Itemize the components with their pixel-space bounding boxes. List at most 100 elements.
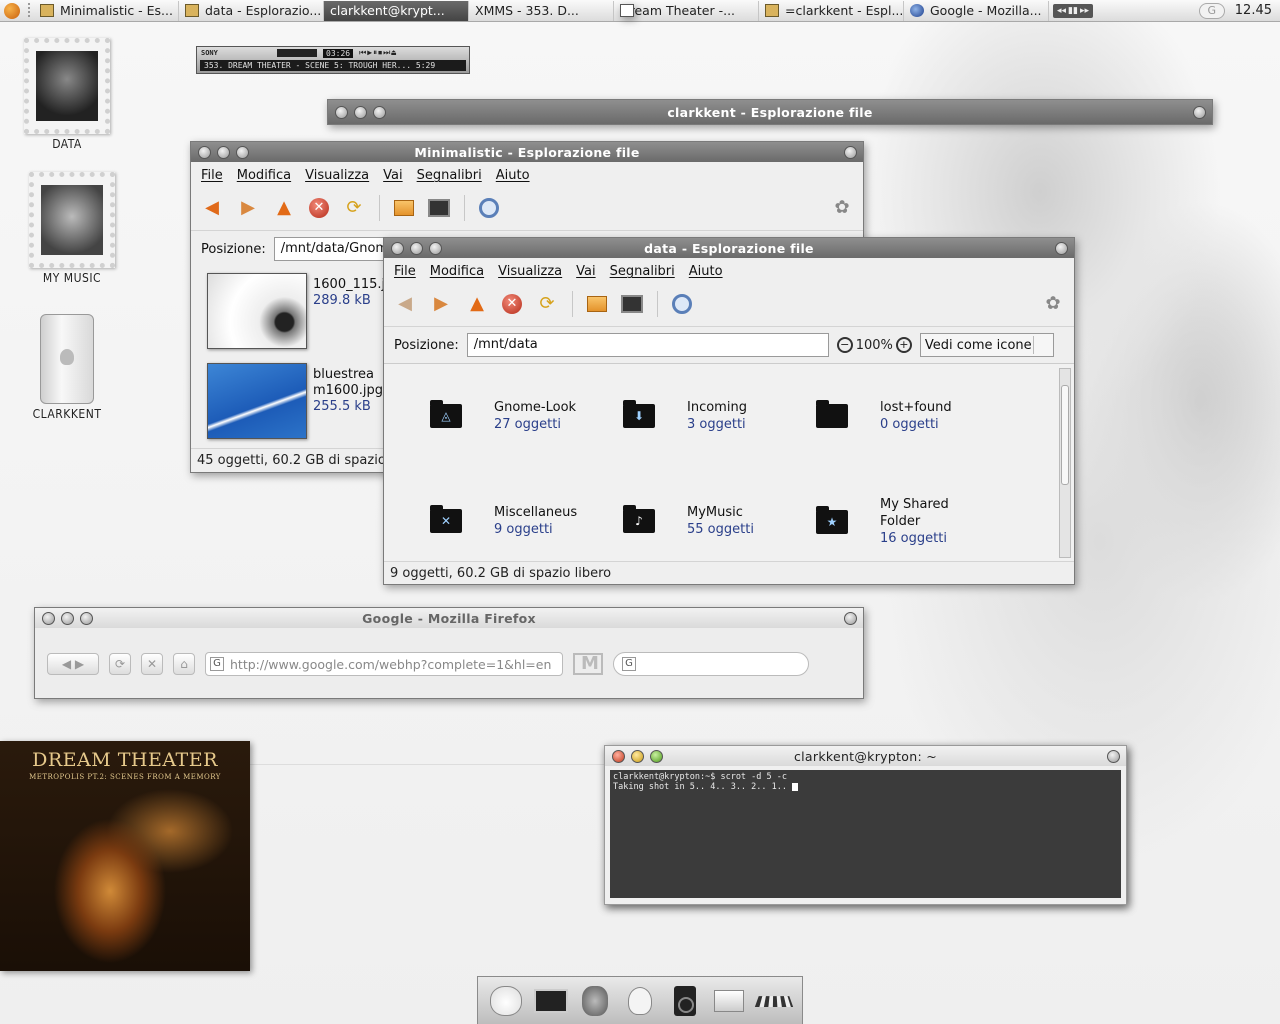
dock-files[interactable] bbox=[712, 984, 746, 1018]
dock-gimp[interactable] bbox=[578, 984, 612, 1018]
task-xmms[interactable]: XMMS - 353. D... bbox=[196, 0, 614, 74]
dock-chess[interactable] bbox=[754, 984, 793, 1018]
search-bar[interactable]: G bbox=[613, 652, 809, 676]
maximize-button[interactable] bbox=[236, 145, 249, 159]
home-folder-icon[interactable] bbox=[394, 199, 414, 216]
terminal-output[interactable]: clarkkent@krypton:~$ scrot -d 5 -c Takin… bbox=[610, 770, 1121, 898]
menu-modifica[interactable]: Modifica bbox=[430, 264, 484, 279]
task-minimalistic[interactable]: Minimalistic - Es... bbox=[34, 0, 179, 21]
location-input[interactable]: /mnt/data bbox=[466, 333, 829, 357]
titlebar[interactable]: clarkkent - Esplorazione file bbox=[328, 100, 1212, 124]
back-arrow-icon[interactable]: ◀ bbox=[394, 293, 416, 315]
computer-icon[interactable] bbox=[428, 198, 450, 217]
stop-icon[interactable]: ✕ bbox=[502, 293, 522, 314]
window-menu-button[interactable] bbox=[1055, 241, 1068, 255]
pause-button[interactable]: ▮▮ bbox=[1068, 6, 1078, 16]
folder-item[interactable]: ★ My Shared Folder 16 oggetti bbox=[816, 496, 1006, 547]
folder-item[interactable]: ⬇ Incoming 3 oggetti bbox=[623, 399, 813, 433]
reload-icon[interactable]: ⟳ bbox=[536, 293, 558, 315]
close-button[interactable] bbox=[42, 611, 55, 625]
minimize-button[interactable] bbox=[217, 145, 230, 159]
menu-file[interactable]: File bbox=[201, 168, 223, 183]
minimize-button[interactable] bbox=[631, 749, 644, 763]
folder-item[interactable]: ◬ Gnome-Look 27 oggetti bbox=[430, 399, 620, 433]
window-menu-button[interactable] bbox=[1107, 749, 1120, 763]
close-button[interactable] bbox=[612, 749, 625, 763]
window-menu-button[interactable] bbox=[844, 611, 857, 625]
folder-item[interactable]: ♪ MyMusic 55 oggetti bbox=[623, 504, 813, 538]
task-clarkkent[interactable]: =clarkkent - Espl... bbox=[759, 0, 904, 21]
dock-audio[interactable] bbox=[668, 984, 702, 1018]
terminal-window[interactable]: clarkkent@krypton: ~ clarkkent@krypton:~… bbox=[604, 745, 1127, 905]
next-track-button[interactable]: ▸▸ bbox=[1080, 6, 1089, 16]
menu-modifica[interactable]: Modifica bbox=[237, 168, 291, 183]
dock-pidgin[interactable] bbox=[623, 984, 657, 1018]
previous-track-button[interactable]: ◂◂ bbox=[1057, 6, 1066, 16]
stop-icon[interactable]: ✕ bbox=[309, 197, 329, 218]
minimize-button[interactable] bbox=[410, 241, 423, 255]
up-arrow-icon[interactable]: ▲ bbox=[273, 197, 295, 219]
dock-desktop[interactable] bbox=[533, 984, 568, 1018]
menu-file[interactable]: File bbox=[394, 264, 416, 279]
firefox-window[interactable]: Google - Mozilla Firefox ◀ ▶ ⟳ ✕ ⌂ G htt… bbox=[34, 607, 864, 699]
window-menu-button[interactable] bbox=[1193, 105, 1206, 119]
panel-handle[interactable] bbox=[28, 2, 30, 19]
xmms-player[interactable]: SONY 03:26 ⏮▶⏸⏹⏭⏏ 353. DREAM THEATER - S… bbox=[196, 46, 470, 74]
clarkkent-window[interactable]: clarkkent - Esplorazione file bbox=[327, 99, 1213, 125]
home-button[interactable]: ⌂ bbox=[173, 653, 195, 675]
computer-icon[interactable] bbox=[621, 294, 643, 313]
close-button[interactable] bbox=[198, 145, 211, 159]
forward-arrow-icon[interactable]: ▶ bbox=[430, 293, 452, 315]
gmail-icon[interactable] bbox=[573, 653, 603, 675]
zoom-level[interactable]: 100% bbox=[856, 338, 893, 353]
desktop-icon-clarkkent[interactable]: CLARKKENT bbox=[12, 314, 122, 421]
menu-aiuto[interactable]: Aiuto bbox=[689, 264, 723, 279]
forward-arrow-icon[interactable]: ▶ bbox=[237, 197, 259, 219]
task-data[interactable]: data - Esplorazio... bbox=[179, 0, 324, 21]
menu-vai[interactable]: Vai bbox=[576, 264, 595, 279]
titlebar[interactable]: data - Esplorazione file bbox=[384, 238, 1074, 258]
search-icon[interactable] bbox=[479, 197, 499, 218]
url-bar[interactable]: G http://www.google.com/webhp?complete=1… bbox=[205, 652, 563, 676]
ubuntu-menu-icon[interactable] bbox=[4, 2, 20, 19]
data-window[interactable]: data - Esplorazione file File Modifica V… bbox=[383, 237, 1075, 585]
task-dream-theater[interactable]: Dream Theater -... bbox=[614, 0, 759, 21]
menu-aiuto[interactable]: Aiuto bbox=[496, 168, 530, 183]
search-icon[interactable] bbox=[672, 293, 692, 314]
menu-visualizza[interactable]: Visualizza bbox=[305, 168, 369, 183]
zoom-in-icon[interactable]: + bbox=[895, 337, 912, 353]
menu-segnalibri[interactable]: Segnalibri bbox=[417, 168, 482, 183]
maximize-button[interactable] bbox=[650, 749, 663, 763]
window-menu-button[interactable] bbox=[844, 145, 857, 159]
back-arrow-icon[interactable]: ◀ bbox=[201, 197, 223, 219]
maximize-button[interactable] bbox=[80, 611, 93, 625]
home-folder-icon[interactable] bbox=[587, 295, 607, 312]
menu-segnalibri[interactable]: Segnalibri bbox=[610, 264, 675, 279]
reload-icon[interactable]: ⟳ bbox=[343, 197, 365, 219]
close-button[interactable] bbox=[335, 105, 348, 119]
search-engine-icon[interactable]: G bbox=[622, 657, 636, 671]
desktop-icon-my-music[interactable]: MY MUSIC bbox=[17, 172, 127, 285]
task-firefox[interactable]: Google - Mozilla... bbox=[904, 0, 1049, 21]
folder-item[interactable]: ✕ Miscellaneus 9 oggetti bbox=[430, 504, 620, 538]
maximize-button[interactable] bbox=[373, 105, 386, 119]
vertical-scrollbar[interactable] bbox=[1059, 368, 1071, 558]
titlebar[interactable]: clarkkent@krypton: ~ bbox=[605, 746, 1126, 766]
titlebar[interactable]: Google - Mozilla Firefox bbox=[35, 608, 863, 628]
maximize-button[interactable] bbox=[429, 241, 442, 255]
google-search-applet[interactable]: G bbox=[1198, 2, 1225, 19]
folder-item[interactable]: lost+found 0 oggetti bbox=[816, 399, 1006, 433]
zoom-out-icon[interactable]: − bbox=[836, 337, 853, 353]
view-mode-select[interactable]: Vedi come icone bbox=[919, 333, 1054, 357]
menu-visualizza[interactable]: Visualizza bbox=[498, 264, 562, 279]
task-terminal[interactable]: clarkkent@krypt... bbox=[324, 0, 1127, 905]
desktop-icon-data[interactable]: DATA bbox=[12, 38, 122, 151]
stop-button[interactable]: ✕ bbox=[141, 653, 163, 675]
scrollbar-thumb[interactable] bbox=[1061, 385, 1069, 485]
menu-vai[interactable]: Vai bbox=[383, 168, 402, 183]
reload-button[interactable]: ⟳ bbox=[109, 653, 131, 675]
close-button[interactable] bbox=[391, 241, 404, 255]
dock-finder[interactable] bbox=[489, 984, 523, 1018]
up-arrow-icon[interactable]: ▲ bbox=[466, 293, 488, 315]
minimize-button[interactable] bbox=[61, 611, 74, 625]
